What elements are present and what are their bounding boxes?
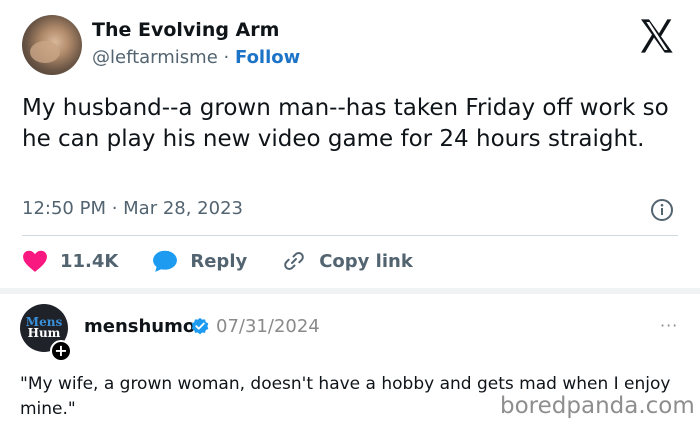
x-logo-icon[interactable] xyxy=(636,16,676,56)
author-handle-row: @leftarmisme · Follow xyxy=(92,47,300,68)
heart-icon xyxy=(23,250,47,272)
tweet-text: My husband--a grown man--has taken Frida… xyxy=(22,95,669,152)
link-icon xyxy=(284,252,305,270)
verified-badge-icon xyxy=(191,317,209,335)
menshumor-logo: Mens Hum xyxy=(25,315,63,340)
reply-bubble-icon xyxy=(153,250,178,272)
post-date: 07/31/2024 xyxy=(216,316,320,337)
tweet-divider xyxy=(22,235,678,236)
instagram-post: Mens Hum + menshumor 07/31/2024 ··· "My … xyxy=(0,294,700,436)
follow-button[interactable]: Follow xyxy=(235,47,300,68)
info-icon[interactable] xyxy=(650,198,674,222)
copy-link-label: Copy link xyxy=(319,250,413,272)
plus-icon[interactable]: + xyxy=(50,340,72,362)
tweet-actions: 11.4K Reply Copy link xyxy=(22,246,447,276)
reply-label: Reply xyxy=(190,250,248,272)
watermark: boredpanda.com xyxy=(498,393,697,419)
author-display-name[interactable]: The Evolving Arm xyxy=(92,19,279,41)
copy-link-button[interactable]: Copy link xyxy=(281,249,413,273)
more-icon[interactable]: ··· xyxy=(660,316,678,335)
author-handle[interactable]: @leftarmisme xyxy=(92,47,218,68)
menshumor-avatar[interactable]: Mens Hum + xyxy=(20,304,72,362)
like-button[interactable]: 11.4K xyxy=(22,249,118,273)
like-count: 11.4K xyxy=(60,250,119,272)
post-username[interactable]: menshumor xyxy=(84,316,204,337)
tweet-card: The Evolving Arm @leftarmisme · Follow M… xyxy=(0,0,700,288)
tweet-timestamp[interactable]: 12:50 PM · Mar 28, 2023 xyxy=(22,198,243,219)
reply-button[interactable]: Reply xyxy=(152,249,247,273)
author-avatar[interactable] xyxy=(22,15,82,75)
separator-dot: · xyxy=(223,47,230,68)
